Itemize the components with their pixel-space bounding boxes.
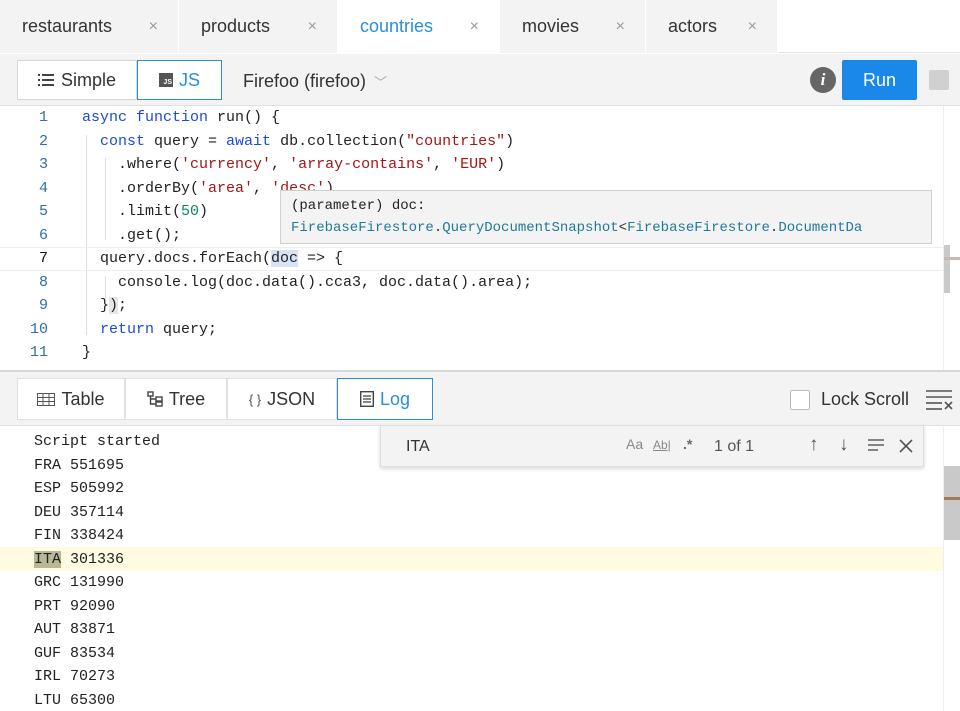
line-number: 3: [38, 156, 48, 174]
tooltip-signature: (parameter) doc:: [291, 198, 426, 214]
tab-tree-label: Tree: [168, 388, 206, 409]
tooltip-type: FirebaseFirestore.QueryDocumentSnapshot<…: [291, 220, 863, 236]
match-count: 1 of 1: [714, 438, 755, 455]
log-line: GRC 131990: [34, 574, 125, 592]
previous-match-icon[interactable]: ↑: [809, 434, 819, 456]
type-hint-tooltip: (parameter) doc: FirebaseFirestore.Query…: [280, 190, 932, 244]
code-line: 9 });: [0, 294, 946, 318]
tab-products[interactable]: products ×: [179, 0, 338, 53]
database-selector[interactable]: Firefoo (firefoo) ﹀: [243, 71, 387, 92]
editor-scrollbar[interactable]: [943, 106, 960, 370]
clear-log-icon[interactable]: [924, 387, 954, 411]
line-number: 9: [38, 297, 48, 315]
line-number: 5: [38, 203, 48, 221]
line-number: 4: [38, 179, 48, 197]
close-icon[interactable]: ×: [748, 18, 757, 36]
close-icon[interactable]: ×: [616, 18, 625, 36]
braces-icon: { }: [248, 391, 262, 407]
simple-mode-label: Simple: [60, 69, 117, 90]
close-icon[interactable]: ×: [470, 18, 479, 36]
log-output[interactable]: Script started FRA 551695 ESP 505992 DEU…: [0, 427, 960, 711]
run-button[interactable]: Run: [842, 60, 917, 100]
code-line: 3 .where('currency', 'array-contains', '…: [0, 153, 946, 177]
log-line-rest: 301336: [61, 550, 125, 568]
log-line-highlighted: ITA 301336: [34, 548, 124, 572]
tab-log[interactable]: Log: [337, 378, 433, 420]
code-line: 8 console.log(doc.data().cca3, doc.data(…: [0, 271, 946, 295]
tab-actors[interactable]: actors ×: [646, 0, 778, 53]
log-icon: [359, 391, 374, 407]
query-tab-bar: restaurants × products × countries × mov…: [0, 0, 960, 53]
code-line: 11 }: [0, 341, 946, 365]
log-line: PRT 92090: [34, 597, 116, 615]
log-line: IRL 70273: [34, 668, 116, 686]
line-number: 8: [38, 273, 48, 291]
whole-word-icon[interactable]: Ab|: [653, 438, 671, 452]
tab-label: movies: [522, 16, 580, 36]
tab-log-label: Log: [379, 388, 411, 409]
results-toolbar: Table Tree { } JSON Log Lock Scroll: [0, 370, 960, 426]
js-mode-button[interactable]: JS JS: [137, 60, 222, 100]
log-line: Script started: [34, 433, 161, 451]
log-scroll-marker: [944, 497, 960, 500]
tab-label: products: [201, 16, 271, 36]
stop-button[interactable]: [929, 70, 949, 90]
line-number: 7: [38, 250, 48, 268]
tabbar-empty-area: [778, 0, 960, 52]
javascript-icon: JS: [158, 73, 173, 87]
log-line: LTU 65300: [34, 691, 116, 709]
tab-movies[interactable]: movies ×: [500, 0, 646, 53]
table-icon: [37, 392, 56, 406]
code-line: 10 return query;: [0, 318, 946, 342]
search-match: ITA: [34, 550, 62, 568]
chevron-down-icon: ﹀: [374, 75, 388, 90]
tab-label: countries: [360, 16, 434, 36]
tab-table[interactable]: Table: [17, 378, 125, 420]
log-line: DEU 357114: [34, 503, 125, 521]
log-scrollbar-thumb[interactable]: [944, 466, 960, 540]
js-mode-label: JS: [178, 69, 200, 90]
editor-scrollbar-thumb[interactable]: [944, 245, 950, 293]
log-line: GUF 83534: [34, 644, 116, 662]
line-number: 11: [29, 344, 48, 362]
close-icon[interactable]: ×: [308, 18, 317, 36]
lock-scroll-label: Lock Scroll: [821, 389, 910, 409]
list-icon: [37, 74, 54, 86]
code-editor[interactable]: 1 async function run() { 2 const query =…: [0, 106, 960, 370]
line-number: 10: [29, 320, 48, 338]
editor-scroll-marker: [944, 257, 960, 260]
log-line: FRA 551695: [34, 456, 125, 474]
find-widget: ITA Aa Ab| .* 1 of 1 ↑ ↓: [380, 425, 924, 467]
regex-icon[interactable]: .*: [683, 436, 692, 452]
close-find-icon[interactable]: [899, 439, 913, 453]
log-line: AUT 83871: [34, 621, 116, 639]
database-name: Firefoo (firefoo): [243, 71, 367, 91]
log-line: FIN 338424: [34, 527, 125, 545]
info-icon[interactable]: i: [810, 67, 836, 93]
code-line: 2 const query = await db.collection("cou…: [0, 130, 946, 154]
log-line: ESP 505992: [34, 480, 125, 498]
tab-table-label: Table: [61, 388, 105, 409]
line-number: 6: [38, 226, 48, 244]
tab-label: actors: [668, 16, 718, 36]
log-highlight-row: [0, 547, 943, 571]
find-in-selection-icon[interactable]: [867, 438, 885, 454]
tree-icon: [147, 391, 163, 407]
tab-json-label: JSON: [267, 388, 316, 409]
simple-mode-button[interactable]: Simple: [17, 60, 137, 100]
line-number: 1: [38, 109, 48, 127]
tab-tree[interactable]: Tree: [125, 378, 227, 420]
code-line: 1 async function run() {: [0, 106, 946, 130]
line-number: 2: [38, 132, 48, 150]
tab-label: restaurants: [22, 16, 113, 36]
tab-json[interactable]: { } JSON: [227, 378, 337, 420]
tab-countries[interactable]: countries ×: [338, 0, 500, 53]
next-match-icon[interactable]: ↓: [839, 434, 849, 456]
close-icon[interactable]: ×: [149, 18, 158, 36]
lock-scroll-checkbox[interactable]: [790, 390, 810, 410]
match-case-icon[interactable]: Aa: [626, 436, 643, 452]
tab-restaurants[interactable]: restaurants ×: [0, 0, 179, 53]
code-line-current: 7 query.docs.forEach(doc => {: [0, 247, 946, 271]
